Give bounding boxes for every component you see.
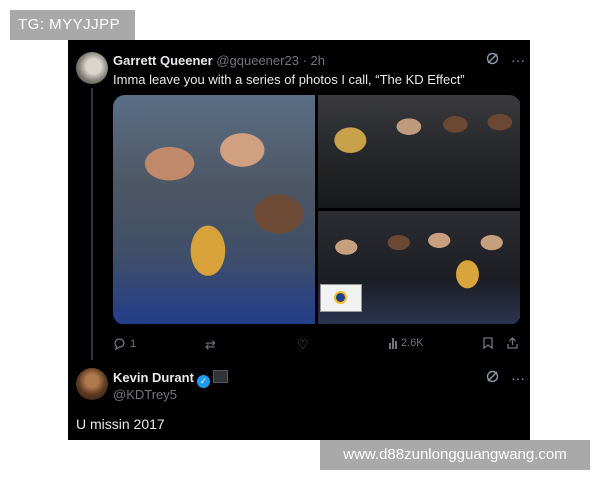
team-trophy-photo[interactable]	[318, 211, 520, 324]
tweet-header: Garrett Queener @gqueener23 · 2h	[113, 53, 325, 68]
author-name[interactable]: Garrett Queener	[113, 53, 213, 68]
trophy-celebration-photo[interactable]	[318, 95, 520, 208]
tweet-panel: Garrett Queener @gqueener23 · 2h ··· Imm…	[68, 40, 530, 440]
reply-button[interactable]: 1	[113, 337, 136, 350]
share-icon	[507, 337, 518, 349]
bookmark-icon	[483, 337, 493, 349]
warriors-flag-icon	[320, 284, 362, 312]
avatar[interactable]	[76, 52, 108, 84]
tweet-text: Imma leave you with a series of photos I…	[113, 72, 465, 87]
views-count: 2.6K	[401, 337, 424, 349]
verified-badge-icon: ✓	[196, 375, 210, 388]
retweet-button[interactable]: ⇄	[205, 337, 216, 353]
photo-grid	[113, 95, 521, 325]
views-icon	[389, 337, 397, 349]
tweet-time[interactable]: · 2h	[303, 53, 325, 68]
reply-header: Kevin Durant ✓	[113, 370, 228, 388]
share-button[interactable]	[507, 337, 518, 349]
tweet-top-icons: ···	[486, 52, 525, 68]
thread-line	[91, 88, 93, 360]
reply-count: 1	[130, 337, 137, 350]
reply-top-icons: ···	[486, 370, 525, 386]
reply-author-handle[interactable]: @KDTrey5	[113, 387, 177, 402]
reply-text: U missin 2017	[76, 416, 165, 432]
author-handle[interactable]: @gqueener23	[216, 53, 299, 68]
tweet-actions: 1 ⇄ ♡ 2.6K	[113, 337, 521, 355]
watermark-bottom: www.d88zunlongguangwang.com	[320, 440, 590, 470]
affiliation-badge-icon	[212, 370, 228, 383]
watermark-top: TG: MYYJJPP	[10, 10, 135, 40]
reply-icon	[114, 338, 125, 350]
reply-avatar[interactable]	[76, 368, 108, 400]
heart-icon: ♡	[297, 337, 309, 352]
views-button[interactable]: 2.6K	[389, 337, 424, 349]
more-icon[interactable]: ···	[511, 52, 525, 68]
retweet-icon: ⇄	[205, 337, 216, 352]
champions-celebration-photo[interactable]	[113, 95, 315, 324]
like-button[interactable]: ♡	[297, 337, 309, 353]
more-icon[interactable]: ···	[511, 370, 525, 386]
reply-author-name[interactable]: Kevin Durant	[113, 370, 194, 385]
bookmark-button[interactable]	[483, 337, 493, 349]
grok-icon[interactable]	[486, 52, 499, 68]
grok-icon[interactable]	[486, 370, 499, 386]
